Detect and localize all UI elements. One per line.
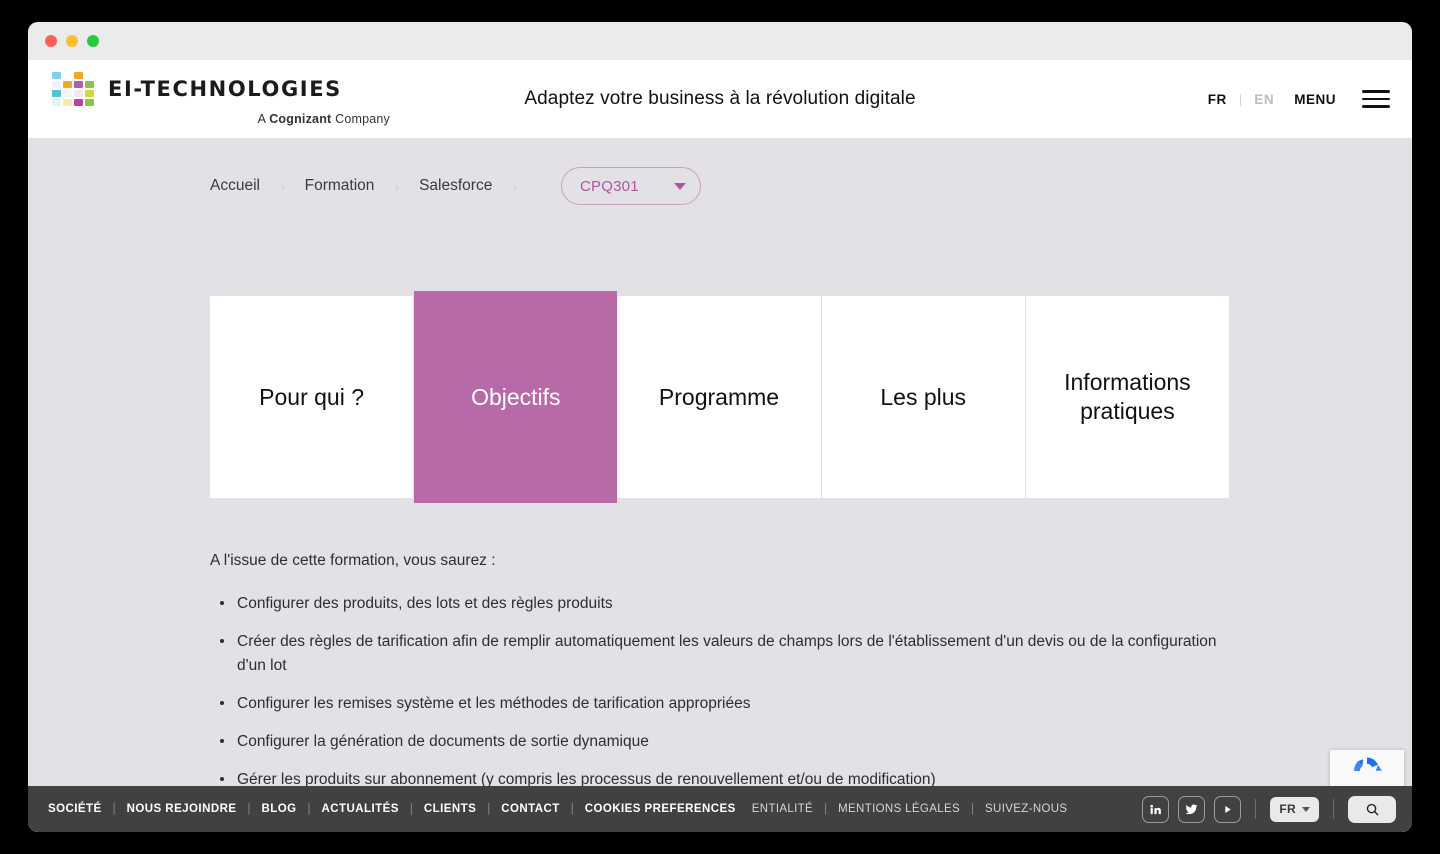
breadcrumb-item-formation[interactable]: Formation (305, 177, 375, 195)
breadcrumb: Accueil › Formation › Salesforce › CPQ30… (28, 138, 1412, 212)
footer-link-confidentialite[interactable]: ENTIALITÉ (752, 803, 813, 815)
tab-pour-qui[interactable]: Pour qui ? (210, 296, 415, 498)
logo-tagline-brand: Cognizant (269, 112, 332, 126)
course-select-value: CPQ301 (580, 177, 639, 195)
footer-link-mentions-legales[interactable]: MENTIONS LÉGALES (838, 803, 960, 815)
search-icon (1366, 803, 1379, 816)
list-item: Configurer la génération de documents de… (210, 730, 1220, 754)
list-item: Configurer les remises système et les mé… (210, 692, 1220, 716)
linkedin-icon[interactable] (1142, 795, 1170, 823)
breadcrumb-item-salesforce[interactable]: Salesforce (419, 177, 492, 195)
footer-language-value: FR (1279, 802, 1296, 816)
lang-switch-fr[interactable]: FR (1208, 92, 1227, 107)
logo-tagline: A Cognizant Company (52, 112, 392, 126)
youtube-icon[interactable] (1214, 795, 1242, 823)
chevron-right-icon: › (394, 178, 400, 194)
footer-link-cookies-preferences[interactable]: COOKIES PREFERENCES (585, 803, 736, 815)
footer-separator: | (409, 803, 413, 815)
footer-separator: | (307, 803, 311, 815)
course-tabs: Pour qui ? Objectifs Programme Les plus … (210, 291, 1230, 503)
objectives-lead: A l'issue de cette formation, vous saure… (210, 552, 496, 569)
footer-separator: | (112, 803, 116, 815)
footer-link-clients[interactable]: CLIENTS (424, 803, 476, 815)
site-logo[interactable]: EI-TECHNOLOGIES A Cognizant Company (52, 72, 392, 126)
window-minimize-button[interactable] (66, 35, 78, 47)
footer-link-blog[interactable]: BLOG (261, 803, 296, 815)
chevron-down-icon (1302, 806, 1310, 812)
logo-tagline-prefix: A (257, 112, 270, 126)
chevron-down-icon (674, 182, 686, 190)
browser-window: EI-TECHNOLOGIES A Cognizant Company Adap… (28, 22, 1412, 832)
hamburger-menu-icon[interactable] (1362, 90, 1390, 108)
browser-titlebar (28, 22, 1412, 60)
lang-switch-en[interactable]: EN (1254, 92, 1274, 107)
footer-separator: | (570, 803, 574, 815)
footer-separator: | (824, 803, 828, 815)
window-close-button[interactable] (45, 35, 57, 47)
footer-separator: | (247, 803, 251, 815)
chevron-right-icon: › (512, 178, 517, 194)
ei-technologies-logo-icon (52, 72, 94, 106)
recaptcha-badge-icon (1354, 757, 1383, 771)
footer-divider (1333, 799, 1334, 819)
header-actions: FR | EN MENU (1208, 90, 1390, 108)
tab-objectifs[interactable]: Objectifs (414, 291, 618, 503)
footer-link-contact[interactable]: CONTACT (501, 803, 560, 815)
page-viewport: EI-TECHNOLOGIES A Cognizant Company Adap… (28, 60, 1412, 832)
twitter-icon[interactable] (1178, 795, 1206, 823)
footer-divider (1255, 799, 1257, 819)
footer-separator: | (487, 803, 491, 815)
footer-link-actualites[interactable]: ACTUALITÉS (322, 803, 399, 815)
breadcrumb-item-accueil[interactable]: Accueil (210, 177, 260, 195)
footer-actions: FR (1142, 795, 1396, 823)
site-header: EI-TECHNOLOGIES A Cognizant Company Adap… (28, 60, 1412, 138)
list-item: Configurer des produits, des lots et des… (210, 592, 1220, 616)
site-footer: SOCIÉTÉ | NOUS REJOINDRE | BLOG | ACTUAL… (28, 786, 1412, 832)
menu-label[interactable]: MENU (1294, 92, 1336, 107)
tab-les-plus[interactable]: Les plus (821, 296, 1026, 498)
footer-search-button[interactable] (1348, 795, 1396, 823)
footer-language-select[interactable]: FR (1270, 796, 1319, 822)
list-item: Créer des règles de tarification afin de… (210, 630, 1220, 678)
lang-separator: | (1238, 91, 1243, 107)
window-zoom-button[interactable] (87, 35, 99, 47)
tab-informations-pratiques[interactable]: Informations pratiques (1025, 296, 1230, 498)
footer-link-suivez-nous[interactable]: SUIVEZ-NOUS (985, 803, 1067, 815)
chevron-right-icon: › (279, 178, 285, 194)
logo-tagline-suffix: Company (331, 112, 390, 126)
course-select[interactable]: CPQ301 (561, 167, 701, 205)
tab-programme[interactable]: Programme (617, 296, 822, 498)
footer-link-nous-rejoindre[interactable]: NOUS REJOINDRE (127, 803, 237, 815)
logo-wordmark: EI-TECHNOLOGIES (108, 77, 342, 101)
footer-link-societe[interactable]: SOCIÉTÉ (48, 803, 102, 815)
footer-separator: | (971, 803, 975, 815)
